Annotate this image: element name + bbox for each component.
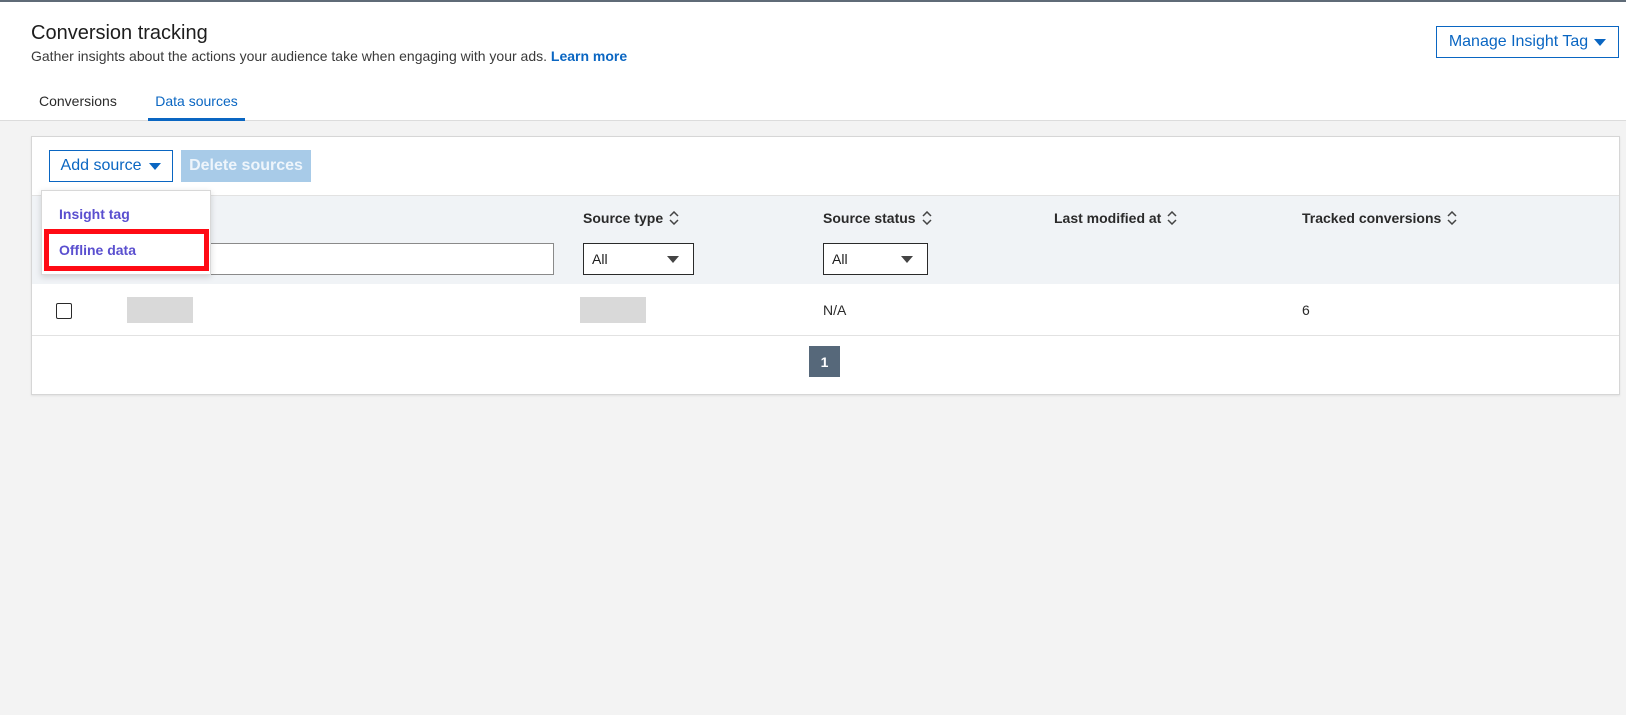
- column-label: Last modified at: [1054, 210, 1162, 226]
- column-label: Source status: [823, 210, 916, 226]
- source-status-cell: N/A: [823, 302, 847, 318]
- column-header-source-status[interactable]: Source status: [823, 210, 932, 226]
- caret-down-icon: [149, 162, 162, 170]
- add-source-dropdown-menu: Insight tag Offline data: [41, 190, 211, 275]
- learn-more-link[interactable]: Learn more: [551, 48, 627, 64]
- caret-down-icon: [667, 256, 679, 263]
- row-checkbox[interactable]: [56, 303, 72, 319]
- table-header: Source type Source status Last modified …: [32, 195, 1619, 284]
- caret-down-icon: [901, 256, 913, 263]
- manage-insight-tag-button[interactable]: Manage Insight Tag: [1436, 26, 1619, 58]
- add-source-button[interactable]: Add source: [49, 150, 173, 182]
- column-label: Tracked conversions: [1302, 210, 1442, 226]
- sort-icon: [922, 211, 932, 225]
- caret-down-icon: [1594, 38, 1607, 46]
- sort-icon: [1447, 211, 1457, 225]
- source-status-select[interactable]: All: [823, 243, 928, 275]
- column-header-last-modified[interactable]: Last modified at: [1054, 210, 1177, 226]
- add-source-label: Add source: [60, 157, 142, 174]
- redacted-source-type: [580, 297, 646, 323]
- column-header-tracked-conversions[interactable]: Tracked conversions: [1302, 210, 1457, 226]
- redacted-source-name: [127, 297, 193, 323]
- menu-item-insight-tag[interactable]: Insight tag: [59, 206, 130, 222]
- page-subtitle: Gather insights about the actions your a…: [31, 48, 627, 64]
- manage-insight-tag-label: Manage Insight Tag: [1448, 33, 1589, 50]
- sort-icon: [1167, 211, 1177, 225]
- active-tab-indicator: [148, 118, 245, 121]
- pagination-page-button[interactable]: 1: [809, 346, 840, 377]
- column-header-source-type[interactable]: Source type: [583, 210, 679, 226]
- tab-data-sources[interactable]: Data sources: [148, 93, 245, 109]
- data-sources-panel: Add source Delete sources Source type So…: [31, 136, 1620, 395]
- sort-icon: [669, 211, 679, 225]
- source-type-select[interactable]: All: [583, 243, 694, 275]
- tracked-conversions-cell: 6: [1302, 302, 1310, 318]
- tab-conversions[interactable]: Conversions: [39, 93, 117, 109]
- source-type-value: All: [592, 251, 608, 267]
- page-header: Conversion tracking Gather insights abou…: [0, 2, 1626, 121]
- source-status-value: All: [832, 251, 848, 267]
- delete-sources-button: Delete sources: [181, 150, 311, 182]
- column-label: Source type: [583, 210, 664, 226]
- page-title: Conversion tracking: [31, 22, 208, 44]
- subtitle-text: Gather insights about the actions your a…: [31, 48, 547, 64]
- table-row[interactable]: N/A 6: [32, 285, 1619, 336]
- menu-item-offline-data[interactable]: Offline data: [59, 242, 136, 258]
